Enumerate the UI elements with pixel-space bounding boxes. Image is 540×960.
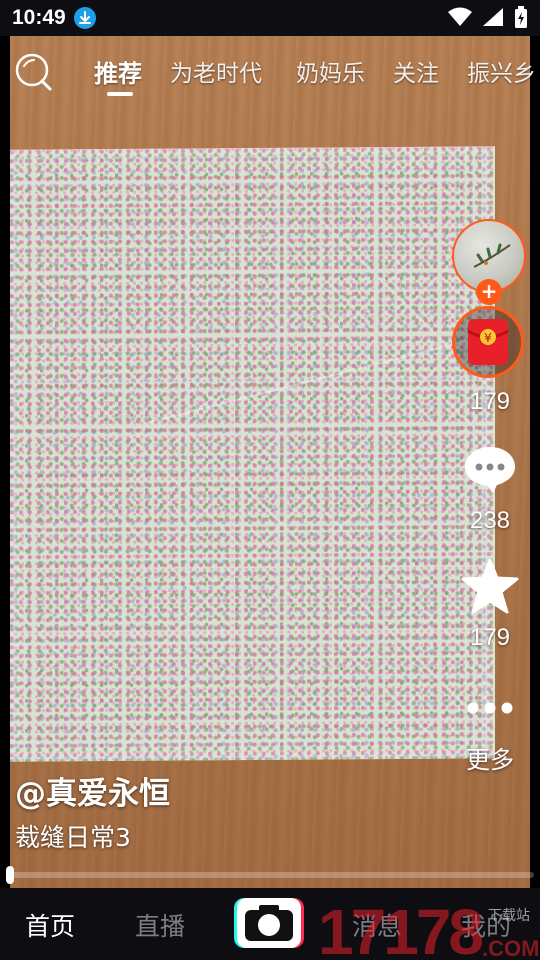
tab-rural-revival[interactable]: 振兴乡 — [467, 54, 536, 88]
red-packet-icon: ¥ — [467, 319, 509, 365]
status-bar: 10:49 — [0, 0, 540, 36]
tab-following[interactable]: 关注 — [393, 54, 439, 88]
more-dots-icon[interactable] — [466, 700, 514, 719]
signal-icon — [482, 7, 504, 31]
status-time: 10:49 — [12, 6, 66, 29]
comment-icon[interactable] — [463, 444, 517, 498]
like-count: 179 — [469, 388, 511, 415]
svg-text:¥: ¥ — [484, 331, 492, 345]
tab-elderly-era[interactable]: 为老时代 — [170, 54, 262, 88]
nav-live[interactable]: 直播 — [135, 907, 185, 943]
author-name[interactable]: @真爱永恒 — [15, 768, 170, 813]
nav-home[interactable]: 首页 — [25, 907, 75, 943]
video-frame-fabric — [10, 146, 495, 762]
red-packet-button[interactable]: ¥ — [452, 306, 524, 378]
nav-me[interactable]: 我的 — [461, 907, 511, 943]
camera-icon — [245, 905, 293, 941]
wifi-icon — [448, 7, 472, 31]
progress-handle[interactable] — [6, 866, 14, 884]
nav-messages[interactable]: 消息 — [352, 907, 402, 943]
top-tab-bar: 推荐 为老时代 奶妈乐 关注 振兴乡 — [0, 36, 540, 106]
bottom-nav: 首页 直播 消息 我的 — [0, 888, 540, 960]
active-tab-indicator — [107, 92, 133, 96]
search-icon[interactable] — [14, 52, 54, 92]
video-progress-bar[interactable] — [10, 872, 534, 878]
tab-recommend[interactable]: 推荐 — [94, 54, 142, 89]
more-label[interactable]: 更多 — [450, 740, 530, 775]
follow-button[interactable]: + — [476, 279, 502, 305]
star-icon[interactable] — [461, 558, 519, 618]
favorite-count: 179 — [469, 624, 511, 651]
video-description: 裁缝日常3 — [15, 823, 131, 852]
download-icon — [73, 7, 96, 29]
tab-nanny-fun[interactable]: 奶妈乐 — [296, 54, 365, 88]
camera-button[interactable] — [237, 898, 301, 948]
comment-count: 238 — [469, 507, 511, 534]
battery-icon — [514, 6, 528, 32]
